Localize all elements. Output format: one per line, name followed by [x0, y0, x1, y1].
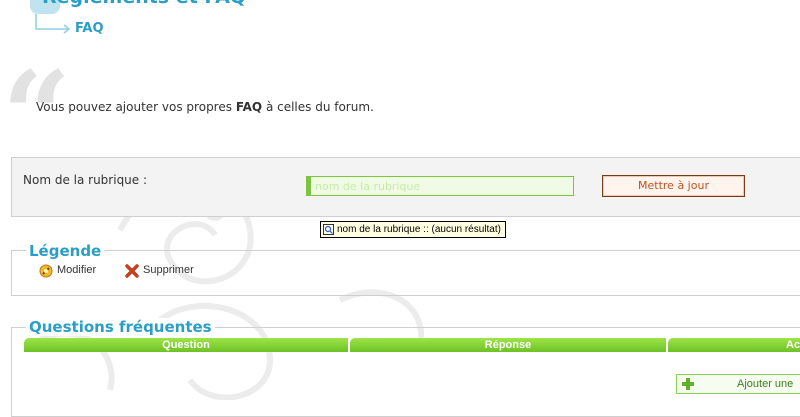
intro-text-bold: FAQ — [235, 100, 263, 114]
legend-delete-label: Supprimer — [143, 264, 194, 276]
rubric-name-label: Nom de la rubrique : — [23, 173, 148, 187]
section-title: Règlements et FAQ — [42, 0, 246, 8]
legend-panel: Légende Modifier Supprimer — [11, 242, 800, 296]
breadcrumb-arrow-icon — [35, 14, 71, 34]
intro-text: Vous pouvez ajouter vos propres FAQ à ce… — [36, 100, 374, 114]
edit-icon — [39, 264, 53, 278]
add-question-button[interactable]: Ajouter une — [676, 374, 800, 394]
tooltip-text: nom de la rubrique :: (aucun résultat) — [337, 224, 501, 235]
search-result-icon — [323, 224, 334, 235]
intro-text-before: Vous pouvez ajouter vos propres — [36, 100, 236, 114]
legend-item-edit: Modifier — [38, 264, 97, 278]
column-header-actions-label: Ac — [786, 339, 800, 351]
column-header-actions[interactable]: Ac — [668, 338, 800, 352]
column-header-question[interactable]: Question — [24, 338, 348, 352]
legend-title: Légende — [26, 242, 105, 260]
legend-edit-label: Modifier — [57, 264, 97, 276]
plus-icon — [682, 378, 694, 390]
input-accent-bar — [307, 177, 311, 195]
intro-text-after: à celles du forum. — [262, 100, 374, 114]
breadcrumb-current[interactable]: FAQ — [75, 21, 104, 36]
rubric-name-input[interactable] — [306, 176, 574, 196]
delete-icon — [125, 264, 139, 278]
rubric-form-panel: Nom de la rubrique : Mettre à jour — [11, 157, 800, 217]
faq-title: Questions fréquentes — [26, 318, 215, 336]
faq-panel: Questions fréquentes Question Réponse Ac… — [11, 318, 800, 417]
page-header: Règlements et FAQ FAQ — [0, 0, 800, 60]
legend-item-delete: Supprimer — [124, 264, 194, 278]
add-question-label: Ajouter une — [737, 378, 794, 390]
update-button[interactable]: Mettre à jour — [602, 175, 745, 197]
column-header-answer[interactable]: Réponse — [350, 338, 666, 352]
autocomplete-tooltip: nom de la rubrique :: (aucun résultat) — [320, 221, 506, 238]
